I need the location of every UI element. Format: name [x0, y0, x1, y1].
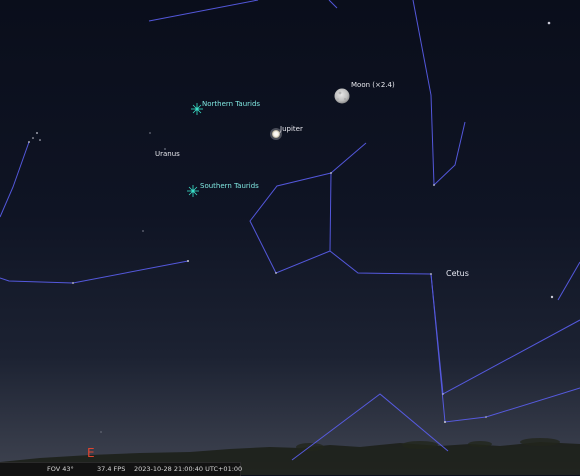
southern-taurids-label: Southern Taurids [200, 182, 259, 190]
fov-readout: FOV 43° [47, 465, 74, 473]
northern-taurids-label: Northern Taurids [202, 100, 261, 108]
sky-background [0, 0, 580, 475]
moon-label: Moon (×2.4) [351, 81, 395, 89]
cardinal-east-label: E [87, 446, 95, 460]
datetime-readout: 2023-10-28 21:00:40 UTC+01:00 [134, 465, 243, 473]
moon[interactable] [334, 88, 350, 104]
fps-readout: 37.4 FPS [97, 465, 126, 473]
cetus-label: Cetus [446, 269, 469, 278]
status-bar: FOV 43° 37.4 FPS 2023-10-28 21:00:40 UTC… [0, 462, 243, 476]
planetarium-sky-view[interactable] [0, 0, 580, 475]
uranus-label: Uranus [155, 150, 180, 158]
jupiter-label: Jupiter [280, 125, 303, 133]
